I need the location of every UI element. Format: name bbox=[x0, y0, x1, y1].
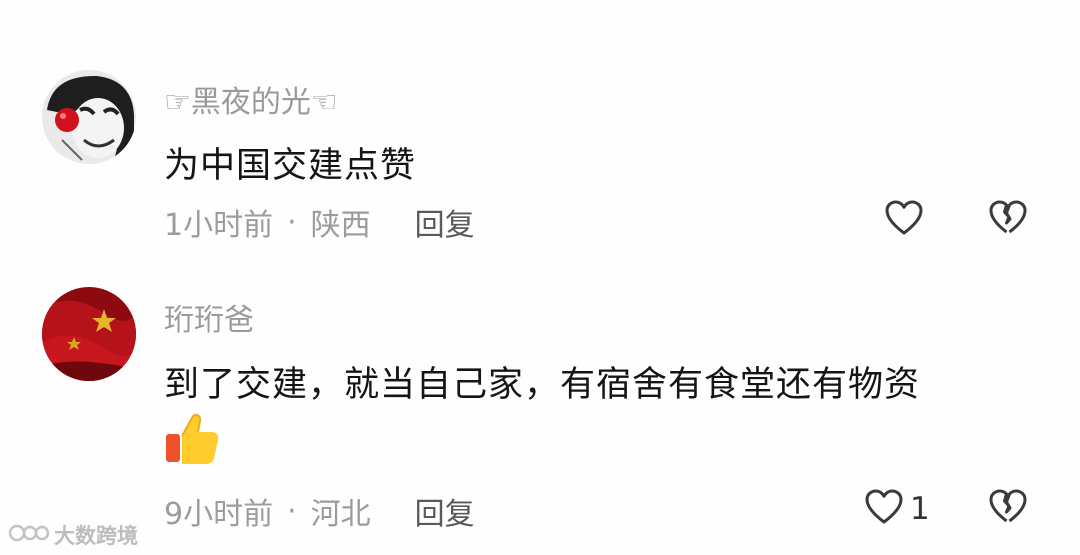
logo-mark-icon bbox=[8, 522, 54, 549]
username[interactable]: 珩珩爸 bbox=[164, 295, 254, 339]
separator: · bbox=[287, 204, 297, 240]
username[interactable]: ☞黑夜的光☜ bbox=[164, 77, 338, 121]
comment-meta: 9小时前 · 河北 回复 bbox=[164, 489, 475, 533]
dislike-button[interactable] bbox=[988, 199, 1028, 241]
comment-text: 为中国交建点赞 bbox=[164, 146, 417, 186]
watermark-text: 大数跨境 bbox=[54, 524, 138, 548]
location: 陕西 bbox=[310, 208, 371, 243]
avatar[interactable] bbox=[42, 70, 136, 164]
timestamp: 1小时前 bbox=[164, 208, 274, 243]
broken-heart-icon bbox=[988, 199, 1028, 241]
reply-button[interactable]: 回复 bbox=[415, 200, 475, 244]
timestamp: 9小时前 bbox=[164, 497, 274, 532]
like-button[interactable] bbox=[884, 199, 930, 241]
like-button[interactable]: 1 bbox=[864, 488, 930, 530]
comment-text: 到了交建，就当自己家，有宿舍有食堂还有物资 bbox=[164, 365, 921, 405]
watermark: 大数跨境 bbox=[8, 520, 138, 550]
avatar[interactable] bbox=[42, 287, 136, 381]
like-count: 1 bbox=[910, 491, 930, 527]
broken-heart-icon bbox=[988, 488, 1028, 530]
location: 河北 bbox=[310, 497, 371, 532]
separator: · bbox=[287, 493, 297, 529]
comment-meta: 1小时前 · 陕西 回复 bbox=[164, 200, 475, 244]
red-flag-avatar-image bbox=[42, 287, 136, 381]
thumbs-up-emoji bbox=[164, 410, 220, 470]
clown-face-avatar-image bbox=[42, 70, 136, 164]
heart-icon bbox=[884, 199, 924, 241]
reply-button[interactable]: 回复 bbox=[415, 489, 475, 533]
dislike-button[interactable] bbox=[988, 488, 1028, 530]
heart-icon bbox=[864, 488, 904, 530]
